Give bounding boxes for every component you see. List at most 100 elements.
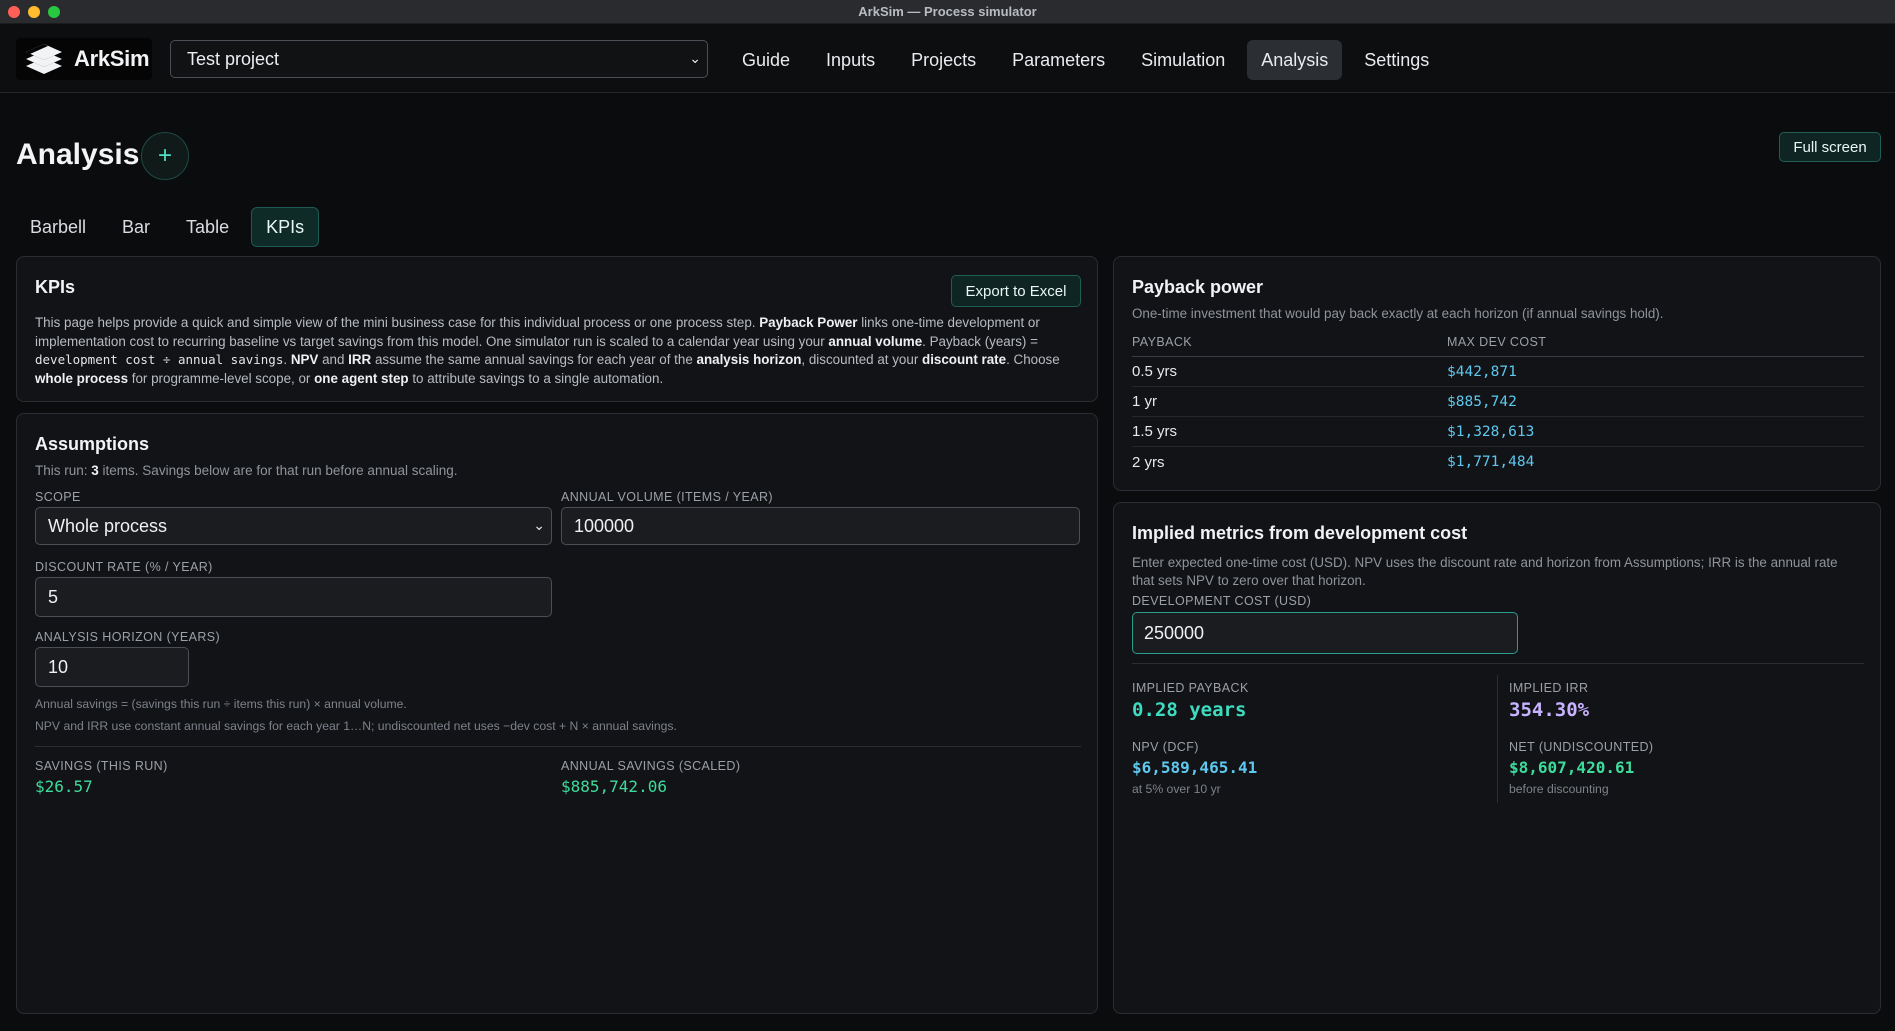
- project-select-value: Test project: [187, 48, 280, 69]
- desc-text: for programme-level scope, or: [128, 370, 315, 386]
- net-undiscounted-subtext: before discounting: [1509, 782, 1609, 796]
- savings-run-label: SAVINGS (THIS RUN): [35, 759, 168, 773]
- assumptions-divider: [35, 746, 1081, 747]
- metrics-column-divider: [1497, 675, 1498, 803]
- development-cost-value: 250000: [1144, 622, 1205, 643]
- page-title: Analysis: [16, 138, 140, 171]
- desc-bold: Payback Power: [759, 315, 858, 330]
- close-window-button[interactable]: [8, 6, 20, 18]
- payback-power-title: Payback power: [1132, 277, 1264, 297]
- desc-text: . Choose: [1006, 352, 1060, 367]
- desc-bold: annual volume: [828, 333, 923, 349]
- tab-bar[interactable]: Bar: [108, 207, 164, 247]
- implied-divider: [1132, 663, 1864, 664]
- table-row: 2 yrs $1,771,484: [1132, 447, 1864, 477]
- desc-bold: analysis horizon: [696, 352, 802, 367]
- desc-text: , discounted at your: [801, 352, 923, 367]
- table-row: 1.5 yrs $1,328,613: [1132, 417, 1864, 447]
- sub-text: items. Savings below are for that run be…: [98, 463, 458, 478]
- assumptions-card: Assumptions This run: 3 items. Savings b…: [16, 413, 1098, 1014]
- implied-payback-value: 0.28 years: [1132, 699, 1247, 721]
- net-undiscounted-label: NET (UNDISCOUNTED): [1509, 740, 1654, 754]
- kpis-card-title: KPIs: [35, 277, 76, 297]
- max-dev-cost: $1,771,484: [1447, 454, 1535, 470]
- desc-bold: IRR: [348, 352, 372, 367]
- npv-label: NPV (DCF): [1132, 740, 1199, 754]
- window-controls: [8, 6, 60, 18]
- desc-text: to attribute savings to a single automat…: [408, 370, 664, 386]
- plus-icon: +: [157, 142, 172, 169]
- payback-table: PAYBACK MAX DEV COST 0.5 yrs $442,871 1 …: [1132, 335, 1864, 477]
- scope-select-value: Whole process: [48, 515, 168, 536]
- desc-text: .: [283, 352, 291, 367]
- scope-select[interactable]: Whole process ⌄: [35, 507, 552, 545]
- full-screen-button[interactable]: Full screen: [1779, 132, 1881, 162]
- assumptions-title: Assumptions: [35, 434, 150, 454]
- nav-projects[interactable]: Projects: [897, 40, 990, 80]
- analysis-tabs: Barbell Bar Table KPIs: [16, 207, 320, 247]
- tab-kpis[interactable]: KPIs: [251, 207, 320, 247]
- max-dev-cost: $1,328,613: [1447, 423, 1535, 440]
- nav-analysis[interactable]: Analysis: [1247, 40, 1343, 80]
- discount-rate-value: 5: [48, 586, 59, 607]
- app-logo[interactable]: ArkSim: [16, 38, 152, 80]
- add-analysis-button[interactable]: +: [141, 132, 189, 180]
- tab-barbell[interactable]: Barbell: [16, 207, 100, 247]
- desc-bold: discount rate: [922, 352, 1007, 367]
- desc-text: . Payback (years) =: [922, 333, 1038, 349]
- payback-table-header: PAYBACK MAX DEV COST: [1132, 335, 1864, 357]
- nav-parameters[interactable]: Parameters: [998, 40, 1119, 80]
- top-navigation: ArkSim Test project ⌄ Guide Inputs Proje…: [0, 24, 1895, 93]
- app-name: ArkSim: [74, 46, 150, 71]
- desc-bold: whole process: [35, 370, 129, 386]
- annual-savings-value: $885,742.06: [561, 777, 667, 796]
- col-payback: PAYBACK: [1132, 335, 1192, 349]
- discount-rate-label: DISCOUNT RATE (% / YEAR): [35, 560, 213, 574]
- desc-formula: development cost ÷ annual savings: [35, 352, 284, 367]
- implied-metrics-title: Implied metrics from development cost: [1132, 523, 1468, 543]
- npv-value: $6,589,465.41: [1132, 758, 1258, 777]
- desc-text: assume the same annual savings for each …: [371, 352, 697, 367]
- implied-irr-value: 354.30%: [1509, 699, 1590, 721]
- desc-bold: one agent step: [314, 370, 409, 386]
- annual-volume-input[interactable]: 100000: [561, 507, 1080, 545]
- npv-subtext: at 5% over 10 yr: [1132, 782, 1221, 796]
- desc-text: This page helps provide a quick and simp…: [35, 315, 760, 330]
- implied-payback-label: IMPLIED PAYBACK: [1132, 681, 1249, 695]
- kpis-description: This page helps provide a quick and simp…: [35, 314, 1085, 388]
- arksim-logo-icon: [26, 44, 62, 74]
- maximize-window-button[interactable]: [48, 6, 60, 18]
- table-row: 0.5 yrs $442,871: [1132, 357, 1864, 387]
- analysis-horizon-input[interactable]: 10: [35, 647, 189, 687]
- project-select[interactable]: Test project ⌄: [170, 40, 708, 78]
- net-undiscounted-value: $8,607,420.61: [1509, 758, 1635, 777]
- development-cost-label: DEVELOPMENT COST (USD): [1132, 594, 1312, 608]
- npv-irr-note: NPV and IRR use constant annual savings …: [35, 719, 677, 733]
- nav-settings[interactable]: Settings: [1350, 40, 1443, 80]
- window-title: ArkSim — Process simulator: [858, 4, 1037, 19]
- sub-text: This run:: [35, 463, 92, 478]
- discount-rate-input[interactable]: 5: [35, 577, 552, 617]
- table-row: 1 yr $885,742: [1132, 387, 1864, 417]
- annual-savings-note: Annual savings = (savings this run ÷ ite…: [35, 697, 407, 711]
- payback-period: 0.5 yrs: [1132, 363, 1178, 380]
- payback-period: 1 yr: [1132, 393, 1158, 410]
- annual-volume-label: ANNUAL VOLUME (ITEMS / YEAR): [561, 490, 773, 504]
- payback-period: 2 yrs: [1132, 453, 1165, 471]
- window-titlebar: ArkSim — Process simulator: [0, 0, 1895, 24]
- main-nav-links: Guide Inputs Projects Parameters Simulat…: [728, 40, 1443, 80]
- chevron-down-icon: ⌄: [533, 517, 545, 533]
- col-max-dev-cost: MAX DEV COST: [1447, 335, 1547, 349]
- development-cost-input[interactable]: 250000: [1132, 612, 1518, 654]
- nav-inputs[interactable]: Inputs: [812, 40, 889, 80]
- tab-table[interactable]: Table: [172, 207, 243, 247]
- nav-guide[interactable]: Guide: [728, 40, 804, 80]
- assumptions-subtitle: This run: 3 items. Savings below are for…: [35, 463, 1079, 478]
- payback-power-card: Payback power One-time investment that w…: [1113, 256, 1881, 491]
- export-to-excel-button[interactable]: Export to Excel: [951, 275, 1081, 307]
- minimize-window-button[interactable]: [28, 6, 40, 18]
- annual-volume-value: 100000: [574, 515, 635, 536]
- scope-label: SCOPE: [35, 490, 81, 504]
- nav-simulation[interactable]: Simulation: [1127, 40, 1239, 80]
- kpis-card: KPIs Export to Excel This page helps pro…: [16, 256, 1098, 402]
